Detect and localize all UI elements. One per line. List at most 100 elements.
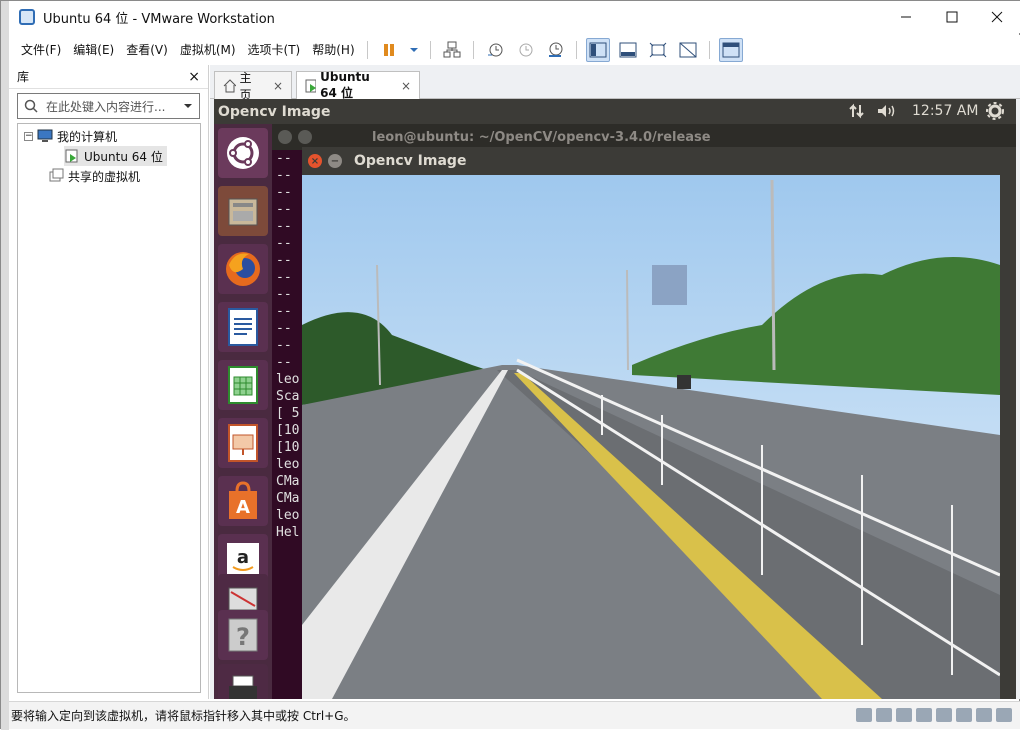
status-bar: 要将输入定向到该虚拟机，请将鼠标指针移入其中或按 Ctrl+G。: [9, 701, 1020, 729]
toolbar-separator: [708, 41, 710, 59]
toolbar-separator: [429, 41, 431, 59]
toolbar-separator: [366, 41, 368, 59]
tree-node-shared-vms[interactable]: 共享的虚拟机: [48, 166, 140, 186]
minimize-button[interactable]: [883, 1, 929, 33]
sound-card-icon[interactable]: [936, 708, 952, 722]
hard-disk-icon[interactable]: [856, 708, 872, 722]
opencv-close-icon[interactable]: ×: [308, 154, 322, 168]
dash-home-button[interactable]: [218, 128, 268, 178]
library-search-input[interactable]: 在此处键入内容进行...: [17, 93, 200, 119]
calc-launcher[interactable]: [218, 360, 268, 410]
snapshot-manager-button[interactable]: [543, 38, 567, 62]
send-ctrl-alt-del-button[interactable]: [440, 38, 464, 62]
menu-view[interactable]: 查看(V): [120, 35, 174, 65]
menu-help[interactable]: 帮助(H): [306, 35, 360, 65]
tree-node-my-computer[interactable]: − 我的计算机: [24, 126, 117, 146]
revert-snapshot-button[interactable]: [513, 38, 537, 62]
gear-icon[interactable]: [986, 102, 1004, 124]
pause-button[interactable]: [377, 38, 401, 62]
message-icon[interactable]: [996, 708, 1012, 722]
toolbar-separator: [575, 41, 577, 59]
printer-icon: [229, 675, 257, 699]
device-icons: [856, 708, 1012, 722]
terminal-close-icon[interactable]: [278, 130, 292, 144]
ubuntu-launcher: A a ?: [214, 124, 272, 699]
network-icon: [443, 41, 461, 58]
impress-launcher[interactable]: [218, 418, 268, 468]
cdrom-icon[interactable]: [876, 708, 892, 722]
unity-icon: [679, 42, 697, 58]
help-launcher[interactable]: ?: [218, 610, 268, 660]
vm-icon: [65, 149, 78, 163]
snapshot-button[interactable]: [483, 38, 507, 62]
show-library-button[interactable]: [585, 38, 610, 62]
tab-home-close-icon[interactable]: ×: [273, 79, 283, 93]
toolbar-separator: [472, 41, 474, 59]
menu-vm[interactable]: 虚拟机(M): [174, 35, 242, 65]
usb-icon[interactable]: [916, 708, 932, 722]
firefox-icon: [226, 252, 260, 286]
tab-bar: 主页 × Ubuntu 64 位 ×: [210, 65, 1020, 102]
ubuntu-top-panel: Opencv Image 12:57 AM: [214, 99, 1016, 124]
firefox-launcher[interactable]: [218, 244, 268, 294]
tab-ubuntu[interactable]: Ubuntu 64 位 ×: [296, 70, 420, 100]
power-dropdown[interactable]: [407, 38, 421, 62]
menu-file[interactable]: 文件(F): [15, 35, 67, 65]
snapshot-manager-icon: [548, 42, 563, 57]
maximize-button[interactable]: [929, 1, 975, 33]
vm-icon: [305, 79, 317, 92]
terminal-minimize-icon[interactable]: [298, 130, 312, 144]
library-close-button[interactable]: ×: [188, 69, 200, 85]
vmware-window: Ubuntu 64 位 - VMware Workstation 文件(F) 编…: [0, 0, 1020, 730]
menu-edit[interactable]: 编辑(E): [67, 35, 120, 65]
files-launcher[interactable]: [218, 186, 268, 236]
full-screen-button[interactable]: [646, 38, 670, 62]
ubuntu-logo-icon: [227, 137, 259, 169]
fullscreen-icon: [649, 42, 666, 58]
amazon-icon: a: [227, 543, 259, 575]
revert-snapshot-icon: [519, 43, 533, 57]
tree-label-my-computer: 我的计算机: [57, 129, 118, 144]
calc-icon: [228, 366, 258, 404]
opencv-title: Opencv Image: [354, 153, 467, 169]
menu-bar: 文件(F) 编辑(E) 查看(V) 虚拟机(M) 选项卡(T) 帮助(H): [9, 35, 1020, 65]
close-button[interactable]: [974, 1, 1020, 33]
console-view-button[interactable]: [718, 38, 743, 62]
vmware-app-icon: [19, 9, 35, 25]
snapshot-icon: [487, 43, 503, 57]
menu-tabs[interactable]: 选项卡(T): [242, 35, 307, 65]
tab-ubuntu-close-icon[interactable]: ×: [401, 79, 411, 93]
shared-vm-icon: [49, 168, 64, 182]
collapse-toggle-icon[interactable]: −: [24, 131, 33, 141]
printer-launcher[interactable]: [218, 664, 268, 699]
chevron-down-icon[interactable]: [183, 102, 193, 110]
network-icon[interactable]: [848, 103, 866, 123]
minimize-icon: [901, 16, 911, 18]
software-center-launcher[interactable]: A: [218, 476, 268, 526]
ubuntu-clock[interactable]: 12:57 AM: [912, 103, 978, 119]
writer-launcher[interactable]: [218, 302, 268, 352]
vm-area: 主页 × Ubuntu 64 位 × Opencv Image 12:57 AM: [210, 65, 1020, 699]
vm-console[interactable]: Opencv Image 12:57 AM A a ? leon@ubuntu:…: [214, 99, 1016, 699]
computer-icon: [37, 129, 53, 142]
tab-home[interactable]: 主页 ×: [214, 71, 292, 102]
network-adapter-icon[interactable]: [896, 708, 912, 722]
search-icon: [24, 99, 38, 113]
thumbnail-bar-button[interactable]: [616, 38, 640, 62]
volume-icon[interactable]: [876, 103, 898, 123]
terminal-title: leon@ubuntu: ~/OpenCV/opencv-3.4.0/relea…: [372, 129, 711, 145]
window-title: Ubuntu 64 位 - VMware Workstation: [43, 11, 275, 27]
opencv-minimize-icon[interactable]: −: [328, 154, 342, 168]
opencv-window[interactable]: × − Opencv Image: [302, 147, 1016, 699]
title-bar[interactable]: Ubuntu 64 位 - VMware Workstation: [9, 1, 1020, 33]
impress-icon: [228, 424, 258, 462]
display-icon[interactable]: [976, 708, 992, 722]
svg-text:a: a: [237, 547, 249, 568]
unity-button[interactable]: [676, 38, 700, 62]
library-tree: − 我的计算机 Ubuntu 64 位 共享的虚拟机: [17, 123, 201, 693]
maximize-icon: [946, 11, 958, 23]
home-icon: [223, 78, 236, 92]
opencv-titlebar[interactable]: × − Opencv Image: [302, 147, 1016, 175]
printer-device-icon[interactable]: [956, 708, 972, 722]
tree-node-ubuntu-vm[interactable]: Ubuntu 64 位: [64, 146, 167, 166]
